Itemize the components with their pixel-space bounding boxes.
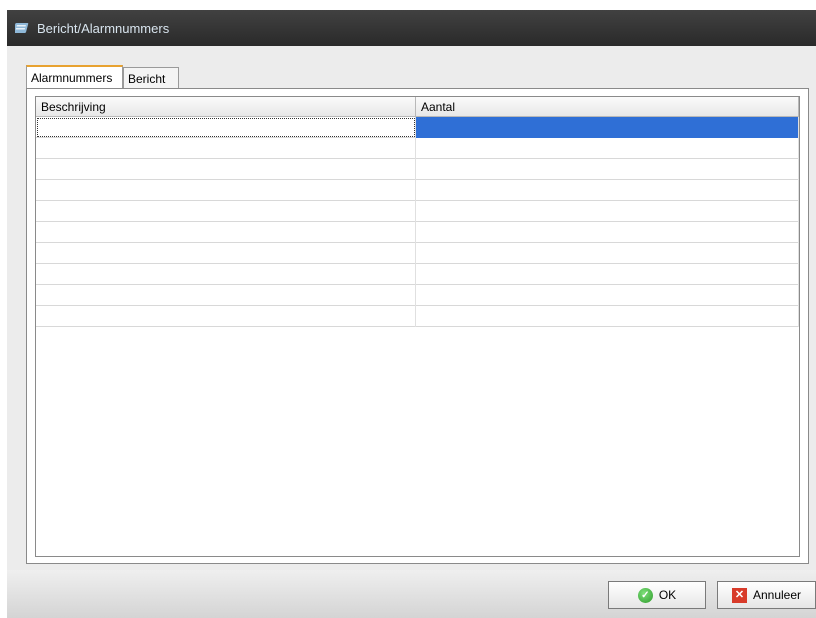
cell-aantal[interactable] xyxy=(416,138,799,159)
cell-aantal[interactable] xyxy=(416,243,799,264)
title-bar[interactable]: Bericht/Alarmnummers xyxy=(7,10,816,46)
tab-panel: Beschrijving Aantal xyxy=(26,88,809,564)
cancel-button[interactable]: ✕ Annuleer xyxy=(717,581,816,609)
dialog-window: Bericht/Alarmnummers Alarmnummers Berich… xyxy=(7,10,816,618)
cell-beschrijving[interactable] xyxy=(36,180,416,201)
button-bar: ✓ OK ✕ Annuleer xyxy=(7,570,816,618)
cell-beschrijving[interactable] xyxy=(36,138,416,159)
cell-aantal[interactable] xyxy=(416,159,799,180)
column-header-aantal[interactable]: Aantal xyxy=(416,97,799,117)
table-row[interactable] xyxy=(36,159,799,180)
table-row[interactable] xyxy=(36,306,799,327)
notepad-icon xyxy=(15,23,29,33)
cell-beschrijving[interactable] xyxy=(36,222,416,243)
close-icon: ✕ xyxy=(731,587,747,603)
ok-button-label: OK xyxy=(658,588,677,602)
tab-bericht[interactable]: Bericht xyxy=(123,67,179,89)
cell-beschrijving[interactable] xyxy=(36,306,416,327)
cell-beschrijving[interactable] xyxy=(36,117,416,138)
table-row[interactable] xyxy=(36,117,799,138)
tab-alarmnummers[interactable]: Alarmnummers xyxy=(26,65,123,89)
table-row[interactable] xyxy=(36,138,799,159)
table-row[interactable] xyxy=(36,180,799,201)
cell-beschrijving[interactable] xyxy=(36,159,416,180)
cell-aantal[interactable] xyxy=(416,264,799,285)
checkmark-icon: ✓ xyxy=(637,587,653,603)
cancel-button-label: Annuleer xyxy=(752,588,802,602)
ok-button[interactable]: ✓ OK xyxy=(608,581,706,609)
cell-beschrijving[interactable] xyxy=(36,201,416,222)
cell-aantal[interactable] xyxy=(416,306,799,327)
table-row[interactable] xyxy=(36,243,799,264)
cell-aantal[interactable] xyxy=(416,117,799,138)
cell-aantal[interactable] xyxy=(416,180,799,201)
cell-beschrijving[interactable] xyxy=(36,285,416,306)
table-row[interactable] xyxy=(36,264,799,285)
cell-beschrijving[interactable] xyxy=(36,264,416,285)
table-row[interactable] xyxy=(36,222,799,243)
cell-aantal[interactable] xyxy=(416,201,799,222)
cell-beschrijving[interactable] xyxy=(36,243,416,264)
cell-aantal[interactable] xyxy=(416,285,799,306)
column-header-beschrijving[interactable]: Beschrijving xyxy=(36,97,416,117)
cell-aantal[interactable] xyxy=(416,222,799,243)
window-title: Bericht/Alarmnummers xyxy=(37,21,170,36)
table-row[interactable] xyxy=(36,285,799,306)
table-row[interactable] xyxy=(36,201,799,222)
alarm-grid[interactable]: Beschrijving Aantal xyxy=(35,96,800,557)
